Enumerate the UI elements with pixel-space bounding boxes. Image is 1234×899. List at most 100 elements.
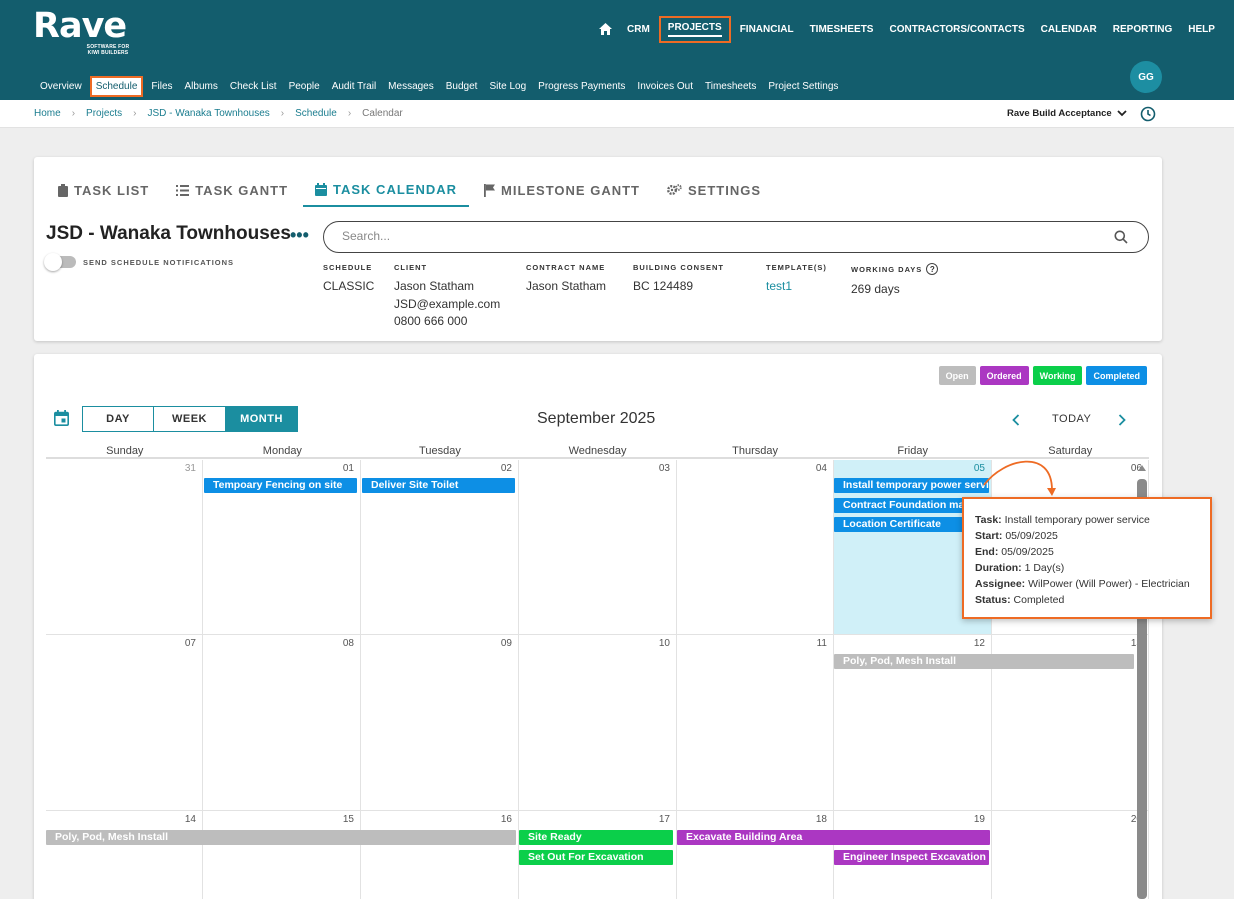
more-options-icon[interactable]: •••: [290, 225, 309, 246]
nav-contractors[interactable]: CONTRACTORS/CONTACTS: [889, 17, 1024, 41]
search-icon[interactable]: [1114, 230, 1128, 244]
calendar-event[interactable]: Poly, Pod, Mesh Install: [834, 654, 1134, 669]
template-label: TEMPLATE(S): [766, 263, 827, 272]
crumb-projects[interactable]: Projects: [86, 108, 122, 119]
calendar-event[interactable]: Engineer Inspect Excavation: [834, 850, 989, 865]
weekday-label: Wednesday: [568, 445, 627, 457]
tab-task-calendar[interactable]: TASK CALENDAR: [303, 173, 469, 207]
date-picker-icon[interactable]: [54, 410, 69, 426]
day-cell[interactable]: 04: [677, 460, 834, 635]
notifications-toggle[interactable]: [44, 253, 76, 271]
legend-open: Open: [938, 366, 976, 385]
working-days-value: 269 days: [851, 282, 900, 296]
subnav-progress-payments[interactable]: Progress Payments: [538, 81, 625, 92]
subnav-files[interactable]: Files: [151, 81, 172, 92]
nav-help[interactable]: HELP: [1188, 17, 1215, 41]
rave-logo[interactable]: Rave SOFTWARE FOR KIWI BUILDERS: [33, 8, 133, 56]
day-cell[interactable]: 10: [519, 635, 677, 811]
day-cell[interactable]: 15: [203, 811, 361, 899]
day-cell[interactable]: 07: [46, 635, 203, 811]
logo-tagline: SOFTWARE FOR KIWI BUILDERS: [86, 44, 130, 56]
working-days-label-text: WORKING DAYS: [851, 264, 923, 274]
chevron-left-icon[interactable]: [1012, 414, 1020, 426]
subnav-budget[interactable]: Budget: [446, 81, 478, 92]
info-schedule: SCHEDULE CLASSIC: [323, 263, 374, 296]
nav-timesheets[interactable]: TIMESHEETS: [810, 17, 874, 41]
crumb-separator: ›: [280, 108, 285, 119]
user-avatar[interactable]: GG: [1130, 61, 1162, 93]
search-input[interactable]: [342, 229, 1102, 243]
day-cell[interactable]: 14: [46, 811, 203, 899]
scroll-up-icon[interactable]: [1137, 463, 1147, 473]
main-nav: CRM PROJECTS FINANCIAL TIMESHEETS CONTRA…: [596, 15, 1231, 43]
schedule-label: SCHEDULE: [323, 263, 373, 272]
weekday-label: Sunday: [106, 445, 144, 457]
day-number: 08: [342, 638, 354, 649]
template-link[interactable]: test1: [766, 278, 827, 296]
calendar-event[interactable]: Deliver Site Toilet: [362, 478, 515, 493]
day-cell[interactable]: 08: [203, 635, 361, 811]
subnav-project-settings[interactable]: Project Settings: [768, 81, 838, 92]
view-week-button[interactable]: WEEK: [154, 406, 226, 432]
calendar-event[interactable]: Excavate Building Area: [677, 830, 990, 845]
subnav-people[interactable]: People: [289, 81, 320, 92]
day-cell[interactable]: 03: [519, 460, 677, 635]
project-selector[interactable]: Rave Build Acceptance: [1007, 108, 1127, 119]
tab-task-list[interactable]: TASK LIST: [46, 173, 161, 207]
nav-projects[interactable]: PROJECTS: [658, 15, 731, 43]
project-title: JSD - Wanaka Townhouses: [46, 223, 291, 244]
history-clock-icon[interactable]: [1140, 106, 1156, 122]
subnav-invoices-out[interactable]: Invoices Out: [637, 81, 693, 92]
chevron-right-icon[interactable]: [1118, 414, 1126, 426]
subnav-timesheets[interactable]: Timesheets: [705, 81, 756, 92]
subnav-check-list[interactable]: Check List: [230, 81, 277, 92]
subnav-audit-trail[interactable]: Audit Trail: [332, 81, 376, 92]
day-cell[interactable]: 09: [361, 635, 519, 811]
tab-settings[interactable]: SETTINGS: [655, 173, 773, 207]
tooltip-start-row: Start: 05/09/2025: [975, 528, 1199, 544]
project-selector-label: Rave Build Acceptance: [1007, 108, 1112, 119]
day-cell[interactable]: 11: [677, 635, 834, 811]
calendar-event[interactable]: Poly, Pod, Mesh Install: [46, 830, 516, 845]
crumb-home[interactable]: Home: [34, 108, 61, 119]
home-icon[interactable]: [599, 17, 613, 41]
subnav-albums[interactable]: Albums: [185, 81, 218, 92]
subnav-messages[interactable]: Messages: [388, 81, 434, 92]
tooltip-start-label: Start:: [975, 530, 1003, 542]
calendar-event[interactable]: Install temporary power service: [834, 478, 989, 493]
day-cell[interactable]: 31: [46, 460, 203, 635]
crumb-project[interactable]: JSD - Wanaka Townhouses: [148, 108, 270, 119]
calendar-card: Open Ordered Working Completed DAY WEEK …: [34, 354, 1162, 899]
day-number: 02: [500, 463, 512, 474]
month-title: September 2025: [537, 410, 656, 427]
help-icon[interactable]: ?: [926, 263, 939, 275]
day-cell[interactable]: 16: [361, 811, 519, 899]
info-contract: CONTRACT NAME Jason Statham: [526, 263, 606, 296]
calendar-event[interactable]: Tempoary Fencing on site: [204, 478, 357, 493]
day-cell[interactable]: 18: [677, 811, 834, 899]
subnav-site-log[interactable]: Site Log: [489, 81, 526, 92]
calendar-event[interactable]: Set Out For Excavation: [519, 850, 673, 865]
tooltip-status-row: Status: Completed: [975, 592, 1199, 608]
nav-calendar[interactable]: CALENDAR: [1041, 17, 1097, 41]
calendar-event[interactable]: Site Ready: [519, 830, 673, 845]
day-number: 01: [342, 463, 354, 474]
view-day-button[interactable]: DAY: [82, 406, 154, 432]
tooltip-duration-row: Duration: 1 Day(s): [975, 560, 1199, 576]
tab-milestone-gantt[interactable]: MILESTONE GANTT: [472, 173, 652, 207]
subnav-schedule[interactable]: Schedule: [89, 75, 144, 97]
crumb-schedule[interactable]: Schedule: [295, 108, 337, 119]
today-button[interactable]: TODAY: [1052, 413, 1091, 425]
nav-financial[interactable]: FINANCIAL: [740, 17, 794, 41]
subnav-overview[interactable]: Overview: [40, 81, 82, 92]
project-sub-nav: Overview Schedule Files Albums Check Lis…: [40, 75, 850, 97]
tab-task-gantt[interactable]: TASK GANTT: [164, 173, 300, 207]
day-cell[interactable]: 20: [992, 811, 1149, 899]
crumb-separator: ›: [71, 108, 76, 119]
nav-crm[interactable]: CRM: [627, 17, 650, 41]
view-month-button[interactable]: MONTH: [226, 406, 298, 432]
day-number: 04: [815, 463, 827, 474]
schedule-tabs: TASK LIST TASK GANTT TASK CALENDAR MILES…: [46, 173, 776, 207]
nav-reporting[interactable]: REPORTING: [1113, 17, 1172, 41]
crumb-separator: ›: [347, 108, 352, 119]
